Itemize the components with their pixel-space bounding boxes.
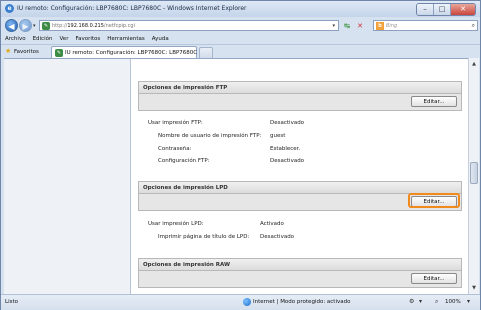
raw-section-header: Opciones de impresión RAW — [138, 258, 462, 271]
raw-edit-button[interactable]: Editar... — [411, 273, 457, 284]
tab-title: IU remoto: Configuración: LBP7680C: LBP7… — [65, 50, 198, 56]
site-favicon-icon: ✎ — [42, 22, 50, 30]
ftp-edit-button[interactable]: Editar... — [411, 96, 457, 107]
ftp-config-label: Configuración FTP: — [158, 158, 210, 164]
scroll-thumb[interactable] — [470, 162, 478, 184]
favorites-bar: ★ Favoritos ✎ IU remoto: Configuración: … — [1, 44, 480, 59]
ftp-section-toolbar: Editar... — [138, 94, 462, 111]
internet-globe-icon — [243, 298, 251, 306]
back-button[interactable]: ◀ — [5, 19, 18, 32]
address-dropdown-icon[interactable]: ▾ — [332, 23, 335, 29]
scroll-down-icon[interactable]: ▼ — [470, 284, 478, 292]
close-button[interactable]: ✕ — [451, 4, 475, 15]
lpd-section-toolbar: Editar... — [138, 193, 462, 211]
zoom-dropdown-icon[interactable]: ▾ — [467, 298, 470, 305]
left-navigation-panel — [4, 59, 131, 295]
vertical-scrollbar[interactable]: ▲ ▼ — [468, 58, 479, 294]
search-box[interactable]: b Bing ⌕ — [373, 20, 478, 31]
lpd-section-title: Opciones de impresión LPD — [143, 185, 228, 191]
search-placeholder: Bing — [386, 23, 398, 29]
status-text: Listo — [5, 299, 18, 305]
minimize-button[interactable]: – — [417, 4, 434, 15]
history-dropdown-icon[interactable]: ▾ — [33, 23, 36, 29]
maximize-button[interactable]: □ — [434, 4, 451, 15]
status-dropdown-icon[interactable]: ▾ — [419, 298, 422, 305]
browser-window: e IU remoto: Configuración: LBP7680C: LB… — [0, 0, 481, 310]
lpd-use-value: Activado — [260, 221, 284, 227]
bing-icon: b — [376, 22, 384, 30]
menu-edicion[interactable]: Edición — [33, 36, 53, 42]
status-bar: Listo Internet | Modo protegido: activad… — [1, 294, 480, 310]
title-bar: e IU remoto: Configuración: LBP7680C: LB… — [1, 1, 480, 17]
lpd-banner-value: Desactivado — [260, 234, 295, 240]
menu-archivo[interactable]: Archivo — [5, 36, 26, 42]
ie-logo-icon: e — [5, 4, 14, 13]
ftp-use-label: Usar impresión FTP: — [148, 120, 203, 126]
raw-section-title: Opciones de impresión RAW — [143, 262, 231, 268]
ftp-password-value: Establecer. — [270, 146, 301, 152]
page-viewport: Opciones de impresión FTP Editar... Usar… — [4, 58, 468, 295]
stop-icon[interactable]: ✕ — [355, 21, 365, 31]
main-content: Opciones de impresión FTP Editar... Usar… — [134, 59, 464, 295]
forward-button[interactable]: ▶ — [19, 19, 32, 32]
raw-section-toolbar: Editar... — [138, 271, 462, 288]
ftp-config-value: Desactivado — [270, 158, 305, 164]
favorites-star-icon[interactable]: ★ — [5, 47, 11, 55]
ftp-username-label: Nombre de usuario de impresión FTP: — [158, 133, 262, 139]
compatibility-icon[interactable]: ↹ — [342, 21, 352, 31]
ftp-section-header: Opciones de impresión FTP — [138, 81, 462, 94]
address-url: http://192.168.0.215/netfcpip.cgi — [52, 23, 135, 29]
lpd-use-label: Usar impresión LPD: — [148, 221, 204, 227]
search-icon[interactable]: ⌕ — [472, 22, 475, 30]
window-controls: – □ ✕ — [416, 3, 476, 16]
ftp-password-label: Contraseña: — [158, 146, 192, 152]
tab-favicon-icon: ✎ — [55, 49, 63, 57]
menu-ver[interactable]: Ver — [59, 36, 68, 42]
scroll-up-icon[interactable]: ▲ — [470, 60, 478, 68]
url-path: /netfcpip.cgi — [103, 23, 135, 29]
lpd-banner-label: Imprimir página de título de LPD: — [158, 234, 250, 240]
url-prefix: http:// — [52, 23, 68, 29]
menu-ayuda[interactable]: Ayuda — [152, 36, 169, 42]
url-host: 192.168.0.215 — [67, 23, 104, 29]
address-bar[interactable]: ✎ http://192.168.0.215/netfcpip.cgi ▾ — [39, 20, 339, 31]
ftp-section-title: Opciones de impresión FTP — [143, 85, 228, 91]
menu-herramientas[interactable]: Herramientas — [107, 36, 144, 42]
ftp-use-value: Desactivado — [270, 120, 305, 126]
ftp-username-value: guest — [270, 133, 286, 139]
security-zone[interactable]: Internet | Modo protegido: activado — [253, 299, 350, 305]
menu-favoritos[interactable]: Favoritos — [75, 36, 100, 42]
edit-button-highlight — [408, 193, 460, 208]
window-title: IU remoto: Configuración: LBP7680C: LBP7… — [17, 5, 247, 12]
navigation-bar: ◀ ▶ ▾ ✎ http://192.168.0.215/netfcpip.cg… — [1, 18, 480, 34]
menu-bar: Archivo Edición Ver Favoritos Herramient… — [1, 34, 481, 43]
zoom-level[interactable]: 100% — [445, 299, 461, 305]
favorites-button[interactable]: Favoritos — [14, 49, 39, 55]
protected-mode-icon[interactable]: ⚙ — [409, 298, 414, 305]
zoom-icon[interactable]: ⌕ — [435, 298, 438, 306]
